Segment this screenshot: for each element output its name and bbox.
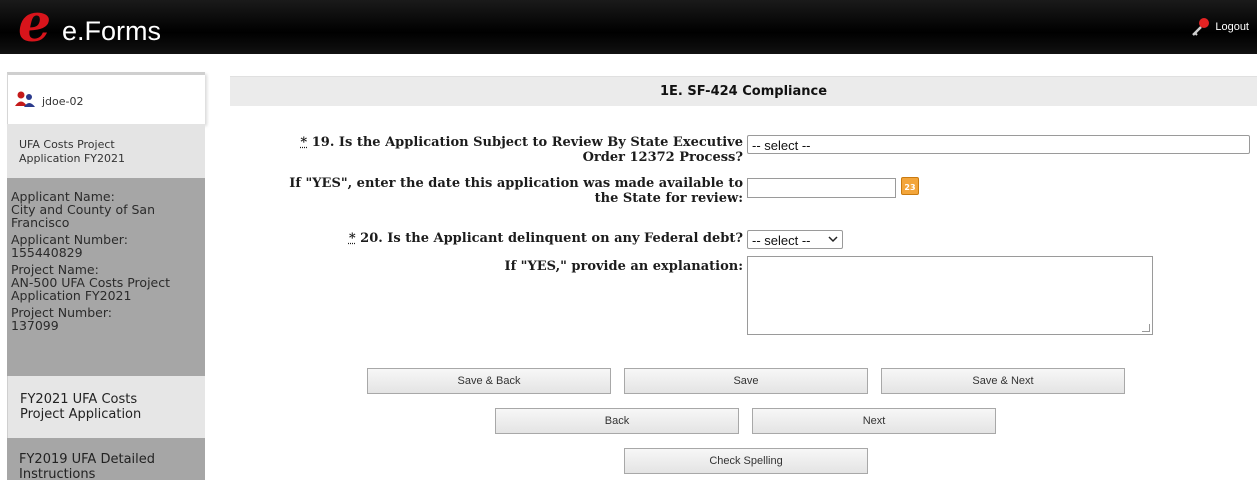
next-button[interactable]: Next — [752, 408, 996, 434]
q20-label-text: 20. Is the Applicant delinquent on any F… — [356, 231, 743, 246]
app-header: e e.Forms Logout — [0, 0, 1257, 54]
page-title-bar: 1E. SF-424 Compliance — [230, 76, 1257, 106]
save-back-button[interactable]: Save & Back — [367, 368, 611, 394]
save-next-button[interactable]: Save & Next — [881, 368, 1125, 394]
sidebar-item-project[interactable]: UFA Costs Project Application FY2021 — [7, 124, 205, 178]
q20-select-value: -- select -- — [752, 233, 811, 248]
sidebar-item-instructions[interactable]: FY2019 UFA Detailed Instructions — [7, 438, 205, 480]
sidebar-project-line: Application FY2021 — [19, 152, 193, 166]
key-icon — [1189, 16, 1211, 38]
username: jdoe-02 — [42, 95, 84, 108]
chevron-down-icon — [828, 232, 838, 249]
logout-label: Logout — [1215, 21, 1249, 33]
logo-e-glyph: e — [18, 0, 51, 50]
info-line: 137099 — [11, 319, 201, 332]
q19-label: * 19. Is the Application Subject to Revi… — [300, 135, 743, 165]
q19-label-line1: 19. Is the Application Subject to Review… — [307, 135, 743, 150]
q20-select[interactable]: -- select -- — [747, 230, 843, 249]
sidebar-application-line: FY2021 UFA Costs — [20, 392, 193, 407]
info-line: Francisco — [11, 216, 201, 229]
sidebar: jdoe-02 UFA Costs Project Application FY… — [7, 72, 205, 480]
user-icon — [14, 91, 36, 111]
q19-date-label: If "YES", enter the date this applicatio… — [289, 176, 743, 206]
back-button[interactable]: Back — [495, 408, 739, 434]
q20-explanation-textarea[interactable] — [747, 256, 1153, 335]
info-line: Application FY2021 — [11, 289, 201, 302]
sidebar-application-line: Project Application — [20, 407, 193, 422]
sidebar-instructions-line: FY2019 UFA Detailed — [19, 452, 193, 467]
sidebar-item-application[interactable]: FY2021 UFA Costs Project Application — [7, 376, 205, 438]
resize-grip-icon[interactable] — [1142, 324, 1150, 332]
q20-explain-label: If "YES," provide an explanation: — [504, 259, 743, 274]
q20-label: * 20. Is the Applicant delinquent on any… — [349, 231, 743, 246]
q19-select-value: -- select -- — [752, 138, 811, 153]
sidebar-instructions-line: Instructions — [19, 467, 193, 480]
logout-link[interactable]: Logout — [1189, 16, 1249, 38]
save-button[interactable]: Save — [624, 368, 868, 394]
q19-date-label-line1: If "YES", enter the date this applicatio… — [289, 176, 743, 191]
q19-label-line2: Order 12372 Process? — [300, 150, 743, 165]
q19-date-label-line2: the State for review: — [289, 191, 743, 206]
sidebar-project-line: UFA Costs Project — [19, 138, 193, 152]
check-spelling-button[interactable]: Check Spelling — [624, 448, 868, 474]
sidebar-applicant-info: Applicant Name: City and County of San F… — [7, 178, 205, 376]
logo-text: e.Forms — [62, 16, 161, 47]
eforms-logo[interactable]: e e.Forms — [18, 4, 178, 52]
q19-select[interactable]: -- select -- — [747, 135, 1250, 154]
q19-date-input[interactable] — [747, 178, 896, 198]
required-marker: * — [349, 231, 356, 246]
page-title: 1E. SF-424 Compliance — [230, 84, 1257, 99]
calendar-icon-day: 23 — [904, 183, 915, 192]
calendar-icon[interactable]: 23 — [901, 177, 919, 195]
info-line: 155440829 — [11, 246, 201, 259]
sidebar-user[interactable]: jdoe-02 — [7, 72, 205, 124]
main-content: 1E. SF-424 Compliance * 19. Is the Appli… — [230, 76, 1257, 480]
